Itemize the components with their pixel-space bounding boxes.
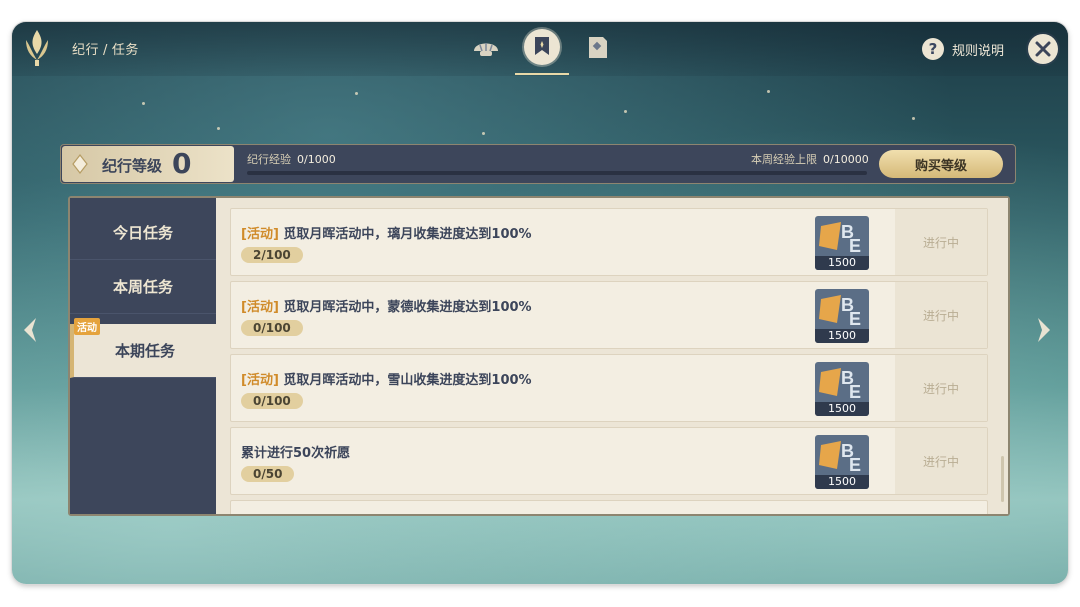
tab-mission[interactable] — [515, 28, 569, 75]
close-button[interactable] — [1028, 34, 1058, 64]
mission-list-scrollbar[interactable] — [1001, 456, 1004, 502]
mission-status: 进行中 — [895, 428, 987, 494]
next-page-arrow-icon[interactable] — [1032, 316, 1054, 344]
rules-label: 规则说明 — [951, 43, 1004, 59]
sidebar-tab-daily[interactable]: 今日任务 — [70, 206, 216, 260]
mission-progress: 0/50 — [241, 466, 295, 482]
svg-text:E: E — [849, 236, 861, 256]
exp-progress-track — [247, 171, 867, 175]
mission-status: 进行中 — [895, 282, 987, 348]
rules-button[interactable]: ? 规则说明 — [921, 38, 1004, 60]
breadcrumb-root[interactable]: 纪行 — [72, 43, 99, 58]
star — [355, 92, 358, 95]
mission-row: [活动] 觅取月晖活动中，蒙德收集进度达到100% 0/100 B E 1500… — [230, 281, 988, 349]
sidebar-tab-season-label: 本期任务 — [114, 342, 175, 360]
mission-title: [活动] 觅取月晖活动中，雪山收集进度达到100% — [241, 369, 532, 388]
tab-shop[interactable] — [579, 28, 617, 66]
battle-pass-exp-icon: B E — [819, 441, 861, 475]
weekly-exp-readout: 本周经验上限 0/10000 — [751, 151, 869, 167]
top-tabs — [467, 28, 617, 76]
mission-tag: [活动] — [241, 373, 279, 388]
mission-text: 觅取月晖活动中，璃月收集进度达到100% — [283, 227, 532, 242]
level-bar: 纪行等级 0 纪行经验 0/1000 本周经验上限 0/10000 购买等级 — [60, 144, 1016, 184]
event-badge: 活动 — [74, 318, 100, 335]
svg-text:E: E — [849, 455, 861, 475]
level-label: 纪行等级 — [102, 157, 163, 175]
mission-row: [活动] 觅取月晖活动中，雪山收集进度达到100% 0/100 B E 1500… — [230, 354, 988, 422]
mission-list[interactable]: [活动] 觅取月晖活动中，璃月收集进度达到100% 2/100 B E 1500… — [216, 198, 1008, 514]
mission-tag: [活动] — [241, 300, 279, 315]
battle-pass-exp-icon: B E — [819, 368, 861, 402]
battle-pass-exp-icon: B E — [819, 222, 861, 256]
weekly-exp-label: 本周经验上限 — [751, 153, 817, 166]
svg-text:E: E — [849, 382, 861, 402]
breadcrumb: 纪行 / 任务 — [72, 39, 139, 58]
mission-status: 进行中 — [895, 209, 987, 275]
top-bar: 纪行 / 任务 ? 规则说明 — [12, 22, 1068, 76]
battle-pass-logo-icon — [26, 30, 48, 66]
mission-title: [活动] 觅取月晖活动中，璃月收集进度达到100% — [241, 223, 532, 242]
mission-title: [活动] 觅取月晖活动中，蒙德收集进度达到100% — [241, 296, 532, 315]
game-window: 纪行 / 任务 ? 规则说明 纪行等级 0 纪行经验 0/1000 本周经验上限… — [12, 22, 1068, 584]
mission-progress: 0/100 — [241, 393, 303, 409]
mission-title: 累计进行50次祈愿 — [241, 442, 350, 461]
mission-text: 觅取月晖活动中，雪山收集进度达到100% — [283, 373, 532, 388]
close-icon — [1035, 41, 1051, 57]
star — [767, 90, 770, 93]
level-value: 0 — [172, 147, 192, 180]
mission-text: 觅取月晖活动中，蒙德收集进度达到100% — [283, 300, 532, 315]
tab-shell[interactable] — [467, 28, 505, 66]
mission-tag: [活动] — [241, 227, 279, 242]
prev-page-arrow-icon[interactable] — [20, 316, 42, 344]
mission-progress: 2/100 — [241, 247, 303, 263]
level-box: 纪行等级 0 — [62, 146, 234, 182]
question-icon: ? — [921, 38, 944, 60]
banner-icon — [535, 37, 549, 55]
star — [142, 102, 145, 105]
sidebar-tab-weekly[interactable]: 本周任务 — [70, 260, 216, 314]
mission-panel: 今日任务 本周任务 活动 本期任务 [活动] 觅取月晖活动中，璃月收集进度达到1… — [68, 196, 1010, 516]
card-icon — [589, 37, 607, 58]
star — [624, 110, 627, 113]
reward-count: 1500 — [815, 329, 869, 343]
reward-count: 1500 — [815, 475, 869, 489]
reward-count: 1500 — [815, 402, 869, 416]
mission-row — [230, 500, 988, 514]
mission-sidebar: 今日任务 本周任务 活动 本期任务 — [70, 198, 216, 514]
exp-label: 纪行经验 — [247, 153, 291, 166]
weekly-exp-value: 0/10000 — [823, 153, 869, 166]
exp-value: 0/1000 — [297, 153, 336, 166]
svg-text:E: E — [849, 309, 861, 329]
mission-progress: 0/100 — [241, 320, 303, 336]
reward-item[interactable]: B E 1500 — [815, 216, 869, 270]
mission-row: [活动] 觅取月晖活动中，璃月收集进度达到100% 2/100 B E 1500… — [230, 208, 988, 276]
exp-readout: 纪行经验 0/1000 — [247, 151, 336, 167]
star — [912, 117, 915, 120]
shell-icon — [474, 43, 498, 56]
reward-count: 1500 — [815, 256, 869, 270]
battle-pass-exp-icon: B E — [819, 295, 861, 329]
star — [217, 127, 220, 130]
mission-text: 累计进行50次祈愿 — [241, 446, 351, 461]
breadcrumb-separator: / — [103, 43, 108, 58]
reward-item[interactable]: B E 1500 — [815, 289, 869, 343]
mission-row: 累计进行50次祈愿 0/50 B E 1500 进行中 — [230, 427, 988, 495]
reward-item[interactable]: B E 1500 — [815, 435, 869, 489]
tab-mission-disc — [524, 29, 560, 65]
sidebar-tab-season[interactable]: 活动 本期任务 — [70, 318, 216, 378]
reward-item[interactable]: B E 1500 — [815, 362, 869, 416]
star — [482, 132, 485, 135]
breadcrumb-current: 任务 — [111, 43, 139, 58]
level-gem-icon — [72, 154, 88, 174]
mission-status: 进行中 — [895, 355, 987, 421]
buy-level-button[interactable]: 购买等级 — [879, 150, 1003, 178]
